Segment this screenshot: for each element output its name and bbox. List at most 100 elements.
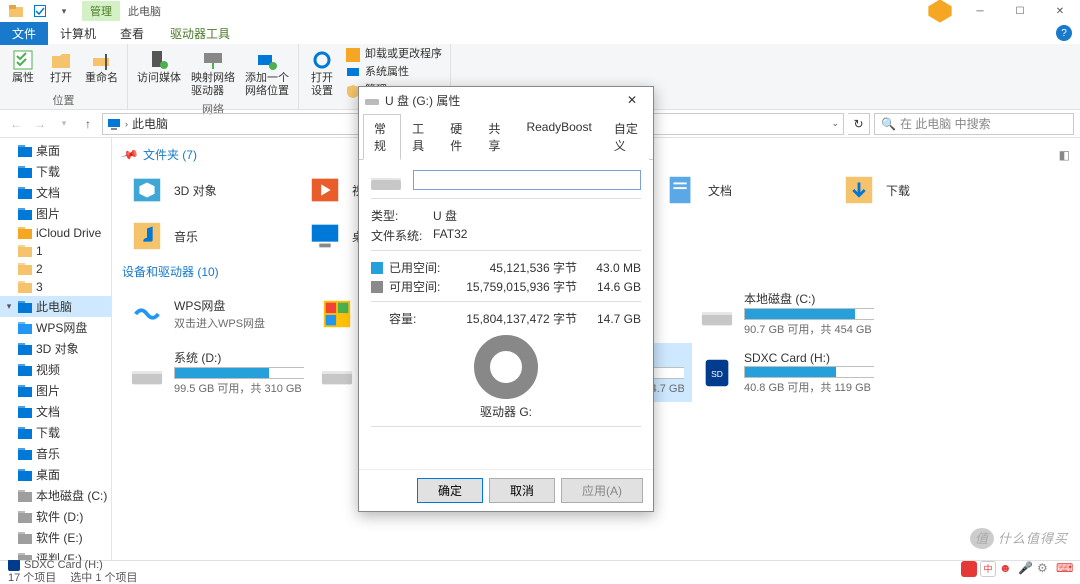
maximize-button[interactable]: ☐ [1000, 0, 1040, 22]
folder-item[interactable]: 文档 [656, 167, 834, 213]
dialog-tab[interactable]: 共享 [477, 114, 515, 160]
titlebar: ▾ 管理 此电脑 ─ ☐ ✕ [0, 0, 1080, 22]
tab-file[interactable]: 文件 [0, 22, 48, 45]
forward-button[interactable]: → [30, 114, 50, 134]
device-item[interactable]: 本地磁盘 (C:)90.7 GB 可用，共 454 GB [692, 284, 882, 343]
sidebar-item[interactable]: 本地磁盘 (C:) [0, 485, 111, 506]
sidebar-item[interactable]: 音乐 [0, 443, 111, 464]
sidebar-item[interactable]: 文档 [0, 401, 111, 422]
qat-dropdown-icon[interactable]: ▾ [54, 2, 74, 20]
drive-name-input[interactable] [413, 170, 641, 190]
context-tab-manage[interactable]: 管理 [82, 1, 120, 21]
dialog-tab[interactable]: 自定义 [603, 114, 649, 160]
history-dropdown[interactable]: ▾ [54, 114, 74, 134]
usage-bar [744, 308, 874, 320]
pin-ime-icon[interactable] [961, 561, 977, 577]
sidebar-item[interactable]: 3 [0, 278, 111, 296]
wps-icon [130, 297, 164, 331]
up-button[interactable]: ↑ [78, 114, 98, 134]
back-button[interactable]: ← [6, 114, 26, 134]
ribbon-sys-props[interactable]: 系统属性 [343, 64, 444, 82]
sidebar[interactable]: 桌面下载文档图片iCloud Drive123▾此电脑WPS网盘3D 对象视频图… [0, 138, 112, 560]
ribbon-open[interactable]: 打开 [44, 46, 78, 87]
ribbon-settings[interactable]: 打开 设置 [305, 46, 339, 100]
item-title: 本地磁盘 (C:) [744, 290, 874, 307]
cap-bytes: 15,804,137,472 字节 [447, 310, 577, 327]
sidebar-item[interactable]: ▾此电脑 [0, 296, 111, 317]
sidebar-item[interactable]: 图片 [0, 380, 111, 401]
tab-computer[interactable]: 计算机 [48, 22, 108, 45]
pin-mic-icon[interactable]: 🎤 [1018, 561, 1034, 577]
chevron-right-icon: › [125, 119, 128, 129]
sidebar-item[interactable]: 桌面 [0, 464, 111, 485]
map-drive-icon [199, 48, 227, 72]
used-color-swatch [371, 262, 383, 274]
help-button[interactable]: ? [1056, 25, 1072, 41]
sidebar-item[interactable]: iCloud Drive [0, 224, 111, 242]
dialog-tab[interactable]: 工具 [401, 114, 439, 160]
item-title: 3D 对象 [174, 182, 292, 199]
tab-view[interactable]: 查看 [108, 22, 156, 45]
drive-icon [130, 356, 164, 390]
device-item[interactable]: WPS网盘双击进入WPS网盘 [122, 284, 312, 343]
ribbon-add-network[interactable]: 添加一个 网络位置 [242, 46, 292, 100]
free-bytes: 15,759,015,936 字节 [447, 278, 577, 295]
checkbox-icon[interactable] [30, 2, 50, 20]
video-icon [308, 173, 342, 207]
address-text: 此电脑 [132, 115, 168, 132]
dialog-tab[interactable]: ReadyBoost [515, 114, 602, 160]
dialog-close-button[interactable]: ✕ [617, 90, 647, 110]
ribbon-media[interactable]: 访问媒体 [134, 46, 184, 87]
folder-open-icon [47, 48, 75, 72]
pin-lang-icon[interactable]: 中 [980, 561, 996, 577]
sidebar-item[interactable]: 软件 (E:) [0, 527, 111, 548]
sidebar-item[interactable]: 图片 [0, 203, 111, 224]
media-icon [145, 48, 173, 72]
cancel-button[interactable]: 取消 [489, 478, 555, 503]
dialog-tab[interactable]: 硬件 [439, 114, 477, 160]
sidebar-item[interactable]: 视频 [0, 359, 111, 380]
show-panel-icon[interactable]: ◧ [1059, 148, 1070, 162]
group-folders-header[interactable]: 文件夹 (7) [143, 142, 197, 167]
folder-item[interactable]: 3D 对象 [122, 167, 300, 213]
device-item[interactable]: 系统 (D:)99.5 GB 可用，共 310 GB [122, 343, 312, 402]
ribbon-uninstall[interactable]: 卸载或更改程序 [343, 46, 444, 64]
device-item[interactable]: SDSDXC Card (H:)40.8 GB 可用，共 119 GB [692, 343, 882, 402]
ribbon-map-drive[interactable]: 映射网络 驱动器 [188, 46, 238, 100]
minimize-button[interactable]: ─ [960, 0, 1000, 22]
search-input[interactable]: 🔍 在 此电脑 中搜索 [874, 113, 1074, 135]
ribbon-rename[interactable]: 重命名 [82, 46, 121, 87]
type-label: 类型: [371, 207, 433, 224]
pin-keyboard-icon[interactable]: ⌨ [1056, 561, 1072, 577]
apply-button[interactable]: 应用(A) [561, 478, 643, 503]
sidebar-item[interactable]: 下载 [0, 161, 111, 182]
sidebar-item[interactable]: 1 [0, 242, 111, 260]
ribbon-properties[interactable]: 属性 [6, 46, 40, 87]
folder-item[interactable]: 音乐 [122, 213, 300, 259]
tab-drive-tools[interactable]: 驱动器工具 [158, 22, 242, 45]
sidebar-item[interactable]: 2 [0, 260, 111, 278]
network-icon [253, 48, 281, 72]
folder-item[interactable]: 下载 [834, 167, 1012, 213]
addr-dropdown-icon[interactable]: ⌄ [831, 118, 839, 129]
sidebar-item[interactable]: 下载 [0, 422, 111, 443]
win-icon [320, 297, 354, 331]
pin-emoji-icon[interactable]: ☻ [999, 561, 1015, 577]
used-label: 已用空间: [389, 259, 441, 276]
sidebar-item[interactable]: 3D 对象 [0, 338, 111, 359]
sidebar-item[interactable]: 桌面 [0, 140, 111, 161]
close-button[interactable]: ✕ [1040, 0, 1080, 22]
pin-gear-icon[interactable]: ⚙ [1037, 561, 1053, 577]
sidebar-item[interactable]: 文档 [0, 182, 111, 203]
pin-icon[interactable]: 📌 [120, 145, 140, 165]
sidebar-footer-item[interactable]: SDXC Card (H:) [8, 559, 138, 571]
refresh-button[interactable]: ↻ [848, 113, 870, 135]
dialog-titlebar[interactable]: U 盘 (G:) 属性 ✕ [359, 87, 653, 113]
gear-icon [308, 48, 336, 72]
sidebar-item[interactable]: 评判 (F:) [0, 548, 111, 560]
ok-button[interactable]: 确定 [417, 478, 483, 503]
dialog-tab[interactable]: 常规 [363, 114, 401, 160]
sidebar-item[interactable]: WPS网盘 [0, 317, 111, 338]
3d-icon [130, 173, 164, 207]
sidebar-item[interactable]: 软件 (D:) [0, 506, 111, 527]
